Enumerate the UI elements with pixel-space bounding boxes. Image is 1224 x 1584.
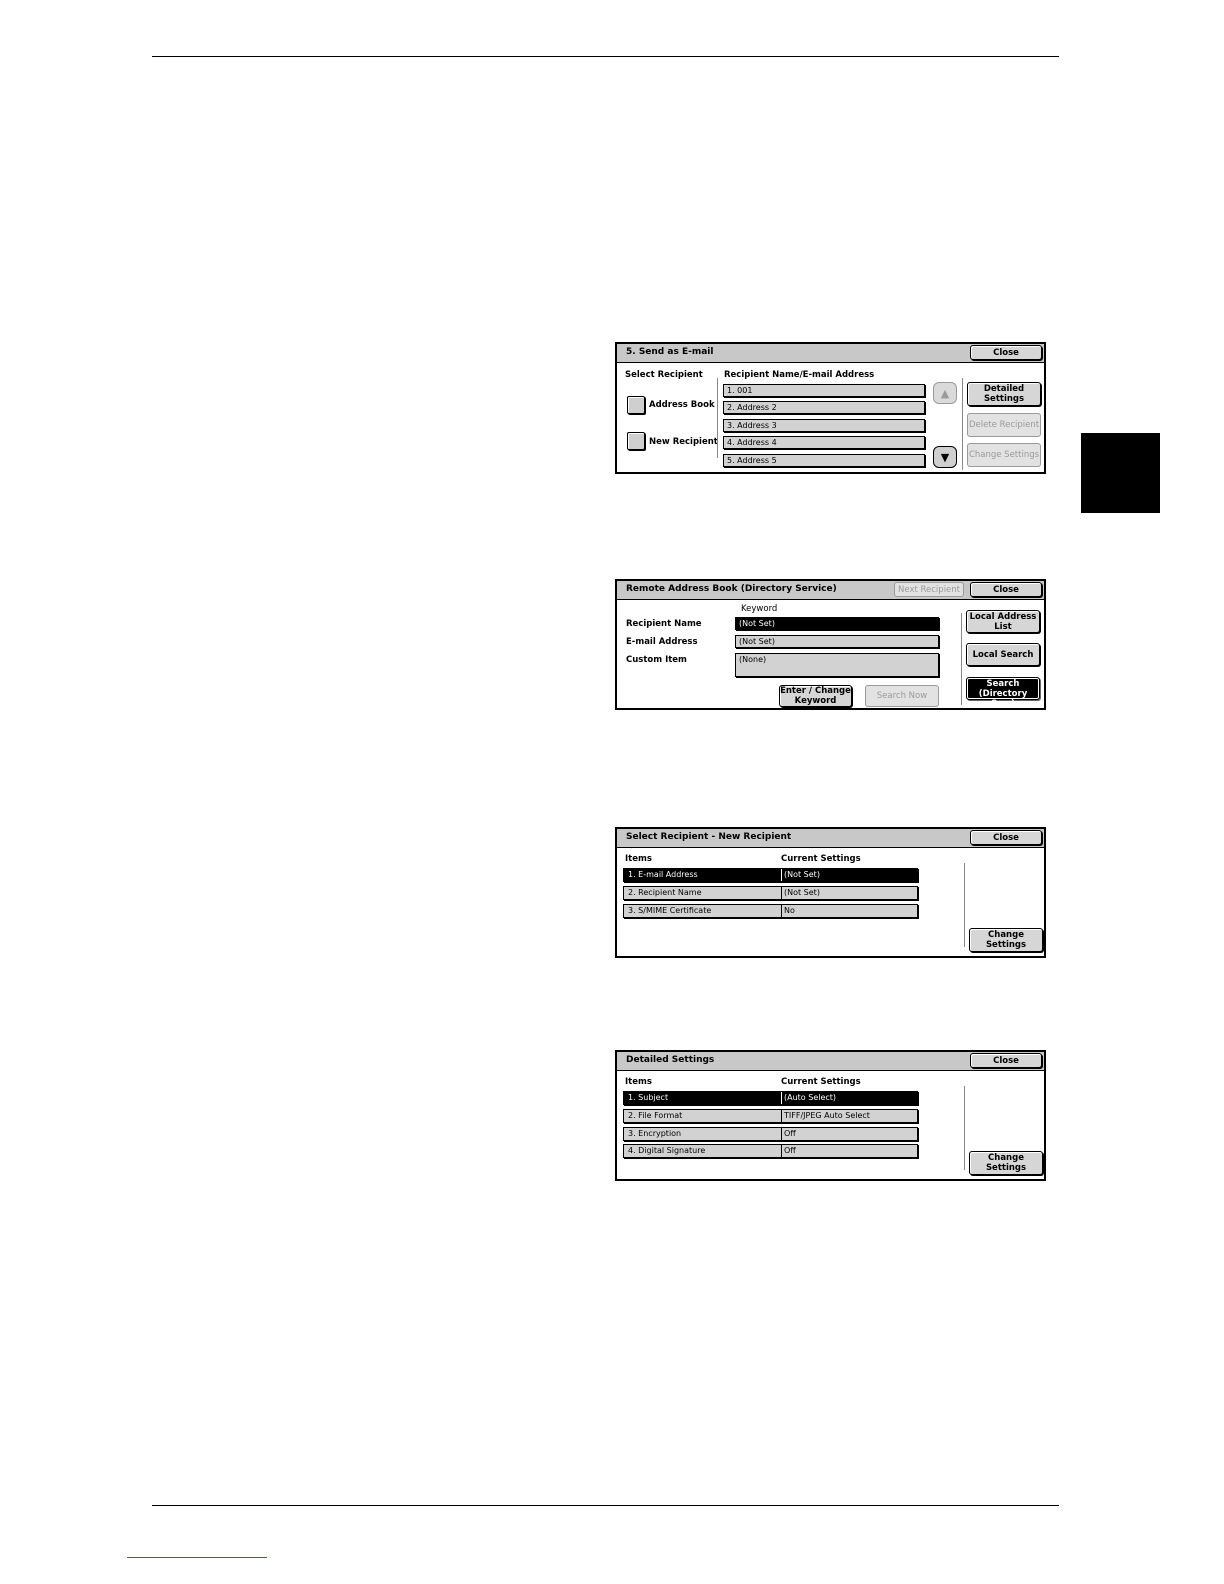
row-item: 3. S/MIME Certificate: [628, 906, 712, 915]
scroll-down-icon[interactable]: ▼: [933, 446, 957, 468]
remote-search-button[interactable]: Remote Search (Directory Svc.): [966, 669, 1040, 709]
custom-item-field[interactable]: (None): [735, 653, 939, 677]
row-value: Off: [781, 1145, 796, 1157]
row-item: 2. File Format: [628, 1111, 683, 1120]
row-item: 2. Recipient Name: [628, 888, 702, 897]
send-as-email-panel: 5. Send as E-mail Close Select Recipient…: [615, 342, 1046, 474]
settings-row[interactable]: 4. Digital Signature Off: [623, 1144, 918, 1158]
divider: [964, 1086, 965, 1170]
panel-title: Remote Address Book (Directory Service): [626, 584, 837, 594]
row-item: 1. E-mail Address: [628, 870, 698, 879]
recipient-name-label: Recipient Name: [626, 619, 702, 629]
change-settings-button[interactable]: Change Settings: [969, 928, 1043, 952]
close-button[interactable]: Close: [970, 1053, 1042, 1068]
local-search-button[interactable]: Local Search: [966, 643, 1040, 666]
remote-address-book-panel: Remote Address Book (Directory Service) …: [615, 579, 1046, 710]
email-address-label: E-mail Address: [626, 637, 698, 647]
current-settings-column-header: Current Settings: [781, 1077, 861, 1087]
divider: [961, 613, 962, 705]
search-now-button[interactable]: Search Now: [865, 685, 939, 707]
panel-title: Select Recipient - New Recipient: [626, 832, 792, 842]
list-header: Recipient Name/E-mail Address: [724, 370, 875, 380]
recipient-list-item[interactable]: 1. 001: [723, 384, 925, 397]
panel-titlebar: Remote Address Book (Directory Service) …: [617, 581, 1044, 600]
top-rule: [152, 56, 1059, 57]
panel-title: 5. Send as E-mail: [626, 347, 714, 357]
recipient-list-item[interactable]: 2. Address 2: [723, 401, 925, 414]
new-recipient-label: New Recipient: [649, 437, 718, 447]
footer-link-underline: [127, 1557, 267, 1558]
items-column-header: Items: [625, 1077, 652, 1087]
keyword-label: Keyword: [741, 604, 778, 614]
new-recipient-panel: Select Recipient - New Recipient Close I…: [615, 827, 1046, 958]
enter-change-keyword-button[interactable]: Enter / Change Keyword: [779, 685, 852, 707]
recipient-list-item[interactable]: 5. Address 5: [723, 454, 925, 467]
panel-title: Detailed Settings: [626, 1055, 715, 1065]
change-settings-button[interactable]: Change Settings: [967, 443, 1041, 467]
select-recipient-label: Select Recipient: [625, 370, 703, 380]
settings-row[interactable]: 2. File Format TIFF/JPEG Auto Select: [623, 1109, 918, 1123]
custom-item-label: Custom Item: [626, 655, 687, 665]
recipient-list-item[interactable]: 4. Address 4: [723, 436, 925, 449]
divider: [717, 378, 718, 458]
address-book-button[interactable]: [627, 396, 645, 414]
row-value: (Not Set): [781, 869, 820, 881]
panel-titlebar: Select Recipient - New Recipient Close: [617, 829, 1044, 848]
settings-row[interactable]: 3. S/MIME Certificate No: [623, 904, 918, 918]
divider: [964, 863, 965, 947]
detailed-settings-button[interactable]: Detailed Settings: [967, 382, 1041, 406]
settings-row[interactable]: 1. E-mail Address (Not Set): [623, 868, 918, 882]
row-item: 4. Digital Signature: [628, 1146, 706, 1155]
row-item: 3. Encryption: [628, 1129, 682, 1138]
row-item: 1. Subject: [628, 1093, 669, 1102]
settings-row[interactable]: 2. Recipient Name (Not Set): [623, 886, 918, 900]
row-value: Off: [781, 1128, 796, 1140]
row-value: (Not Set): [781, 887, 820, 899]
recipient-list-item[interactable]: 3. Address 3: [723, 419, 925, 432]
next-recipient-button[interactable]: Next Recipient: [894, 582, 964, 597]
close-button[interactable]: Close: [970, 582, 1042, 597]
panel-titlebar: Detailed Settings Close: [617, 1052, 1044, 1071]
detailed-settings-panel: Detailed Settings Close Items Current Se…: [615, 1050, 1046, 1181]
current-settings-column-header: Current Settings: [781, 854, 861, 864]
row-value: (Auto Select): [781, 1092, 836, 1104]
items-column-header: Items: [625, 854, 652, 864]
divider: [962, 378, 963, 470]
settings-row[interactable]: 1. Subject (Auto Select): [623, 1091, 918, 1105]
scroll-up-icon[interactable]: ▲: [933, 382, 957, 404]
delete-recipient-button[interactable]: Delete Recipient: [967, 413, 1041, 437]
bottom-rule: [152, 1505, 1059, 1506]
local-address-list-button[interactable]: Local Address List: [966, 610, 1040, 633]
settings-row[interactable]: 3. Encryption Off: [623, 1127, 918, 1141]
email-address-field[interactable]: (Not Set): [735, 635, 939, 648]
panel-titlebar: 5. Send as E-mail Close: [617, 344, 1044, 363]
address-book-label: Address Book: [649, 400, 715, 410]
recipient-name-field[interactable]: (Not Set): [735, 617, 939, 630]
chapter-tab: [1081, 433, 1160, 513]
new-recipient-button[interactable]: [627, 432, 645, 450]
row-value: No: [781, 905, 795, 917]
close-button[interactable]: Close: [970, 830, 1042, 845]
change-settings-button[interactable]: Change Settings: [969, 1151, 1043, 1175]
row-value: TIFF/JPEG Auto Select: [781, 1110, 870, 1122]
close-button[interactable]: Close: [970, 345, 1042, 360]
